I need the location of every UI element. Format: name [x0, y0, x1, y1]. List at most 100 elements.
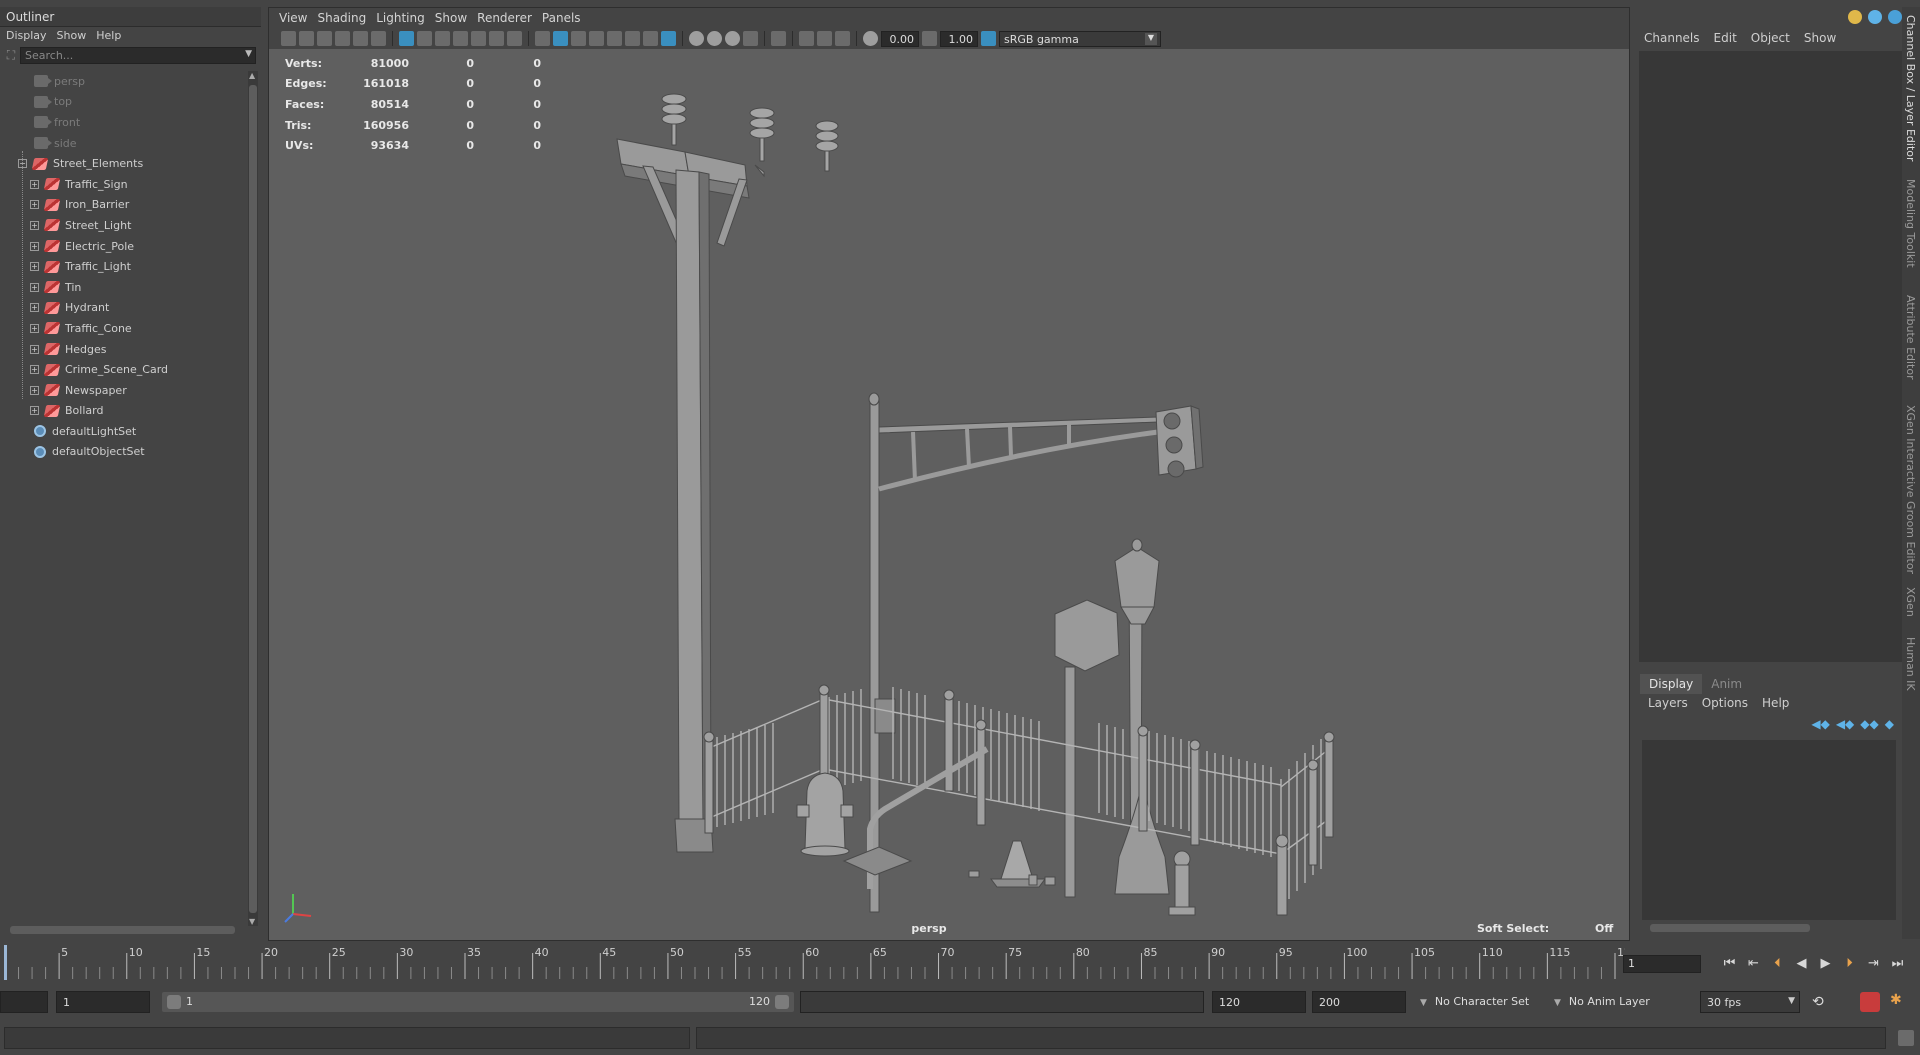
channel-box-menu-channels[interactable]: Channels — [1644, 31, 1714, 45]
field-chart-icon[interactable] — [471, 31, 486, 46]
new-layer-icon[interactable]: ◆ — [1885, 717, 1894, 731]
play-forward-icon[interactable]: ▶ — [1818, 956, 1833, 971]
side-tab-xgen[interactable]: XGen — [1904, 587, 1917, 617]
tree-item-default-light-set[interactable]: defaultLightSet — [0, 421, 248, 442]
channel-box-area[interactable] — [1639, 51, 1902, 662]
outliner-menu-show[interactable]: Show — [55, 27, 95, 45]
step-back-frame-icon[interactable]: ⏴ — [1770, 956, 1785, 971]
step-forward-key-icon[interactable]: ⇥ — [1866, 956, 1881, 971]
auto-key-icon[interactable] — [1860, 992, 1880, 1012]
step-forward-frame-icon[interactable]: ⏵ — [1842, 956, 1857, 971]
tree-item-street-light[interactable]: + Street_Light — [0, 215, 248, 236]
tree-item-traffic-sign[interactable]: + Traffic_Sign — [0, 174, 248, 195]
range-start-handle[interactable] — [167, 995, 181, 1009]
grid-icon[interactable] — [399, 31, 414, 46]
image-plane-icon[interactable] — [335, 31, 350, 46]
viewport-menu-panels[interactable]: Panels — [542, 8, 591, 28]
expand-toggle-icon[interactable]: + — [30, 385, 39, 395]
viewport-menu-shading[interactable]: Shading — [317, 8, 376, 28]
safe-action-icon[interactable] — [489, 31, 504, 46]
2d-pan-zoom-icon[interactable] — [371, 31, 386, 46]
exposure-icon[interactable] — [863, 31, 878, 46]
layer-menu-help[interactable]: Help — [1762, 696, 1803, 710]
range-empty-field[interactable] — [0, 991, 48, 1013]
scrollbar-thumb[interactable] — [10, 926, 235, 934]
tree-item-camera-front[interactable]: front — [0, 112, 248, 133]
viewport-menu-show[interactable]: Show — [435, 8, 477, 28]
side-tab-human-ik[interactable]: Human IK — [1904, 637, 1917, 691]
start-time-field[interactable]: 1 — [56, 991, 150, 1013]
new-layer-selected-icon[interactable]: ◆◆ — [1860, 717, 1878, 731]
safe-title-icon[interactable] — [507, 31, 522, 46]
motion-blur-icon[interactable] — [725, 31, 740, 46]
tree-item-street-elements[interactable]: − Street_Elements — [0, 153, 248, 174]
resolution-gate-icon[interactable] — [435, 31, 450, 46]
side-tab-modeling-toolkit[interactable]: Modeling Toolkit — [1904, 179, 1917, 268]
camera-attributes-icon[interactable] — [299, 31, 314, 46]
expand-toggle-icon[interactable]: + — [30, 179, 39, 189]
tree-item-hydrant[interactable]: + Hydrant — [0, 298, 248, 319]
gamma-icon[interactable] — [922, 31, 937, 46]
shadows-icon[interactable] — [643, 31, 658, 46]
tree-item-tin[interactable]: + Tin — [0, 277, 248, 298]
outliner-menu-help[interactable]: Help — [94, 27, 129, 45]
search-dropdown-icon[interactable]: ▼ — [245, 49, 252, 59]
max-time-field[interactable]: 200 — [1312, 991, 1406, 1013]
animation-preferences-icon[interactable]: ✱ — [1890, 992, 1902, 1008]
expand-toggle-icon[interactable]: + — [30, 323, 39, 333]
current-frame-field[interactable]: 1 — [1623, 955, 1701, 973]
side-tab-attribute-editor[interactable]: Attribute Editor — [1904, 295, 1917, 380]
scroll-down-icon[interactable]: ▼ — [249, 917, 255, 926]
expand-toggle-icon[interactable]: + — [30, 200, 39, 210]
layer-list-area[interactable] — [1642, 740, 1896, 920]
go-to-start-icon[interactable]: ⏮ — [1722, 956, 1737, 971]
outliner-menu-display[interactable]: Display — [4, 27, 55, 45]
step-back-key-icon[interactable]: ⇤ — [1746, 956, 1761, 971]
xray-icon[interactable] — [589, 31, 604, 46]
layer-horizontal-scrollbar[interactable] — [1642, 923, 1896, 933]
fit-view-icon[interactable] — [835, 31, 850, 46]
wireframe-icon[interactable] — [535, 31, 550, 46]
current-frame-marker[interactable] — [4, 945, 7, 980]
isolate-select-icon[interactable] — [689, 31, 704, 46]
gamma-field[interactable]: 1.00 — [940, 30, 978, 47]
expand-toggle-icon[interactable]: + — [30, 365, 39, 375]
viewport-menu-view[interactable]: View — [279, 8, 317, 28]
bookmark-icon[interactable] — [317, 31, 332, 46]
tree-item-newspaper[interactable]: + Newspaper — [0, 380, 248, 401]
expand-toggle-icon[interactable]: + — [30, 344, 39, 354]
range-slider-bar[interactable]: 1 120 — [162, 992, 794, 1012]
select-camera-icon[interactable] — [281, 31, 296, 46]
filter-icon[interactable]: ⛶ — [2, 47, 20, 63]
tree-item-traffic-light[interactable]: + Traffic_Light — [0, 256, 248, 277]
expand-toggle-icon[interactable]: + — [30, 220, 39, 230]
side-tab-xgen-groom[interactable]: XGen Interactive Groom Editor — [1904, 405, 1917, 574]
tree-item-bollard[interactable]: + Bollard — [0, 401, 248, 422]
tab-display[interactable]: Display — [1640, 674, 1703, 694]
tree-item-default-object-set[interactable]: defaultObjectSet — [0, 442, 248, 463]
refresh-icon[interactable] — [1868, 10, 1882, 24]
outliner-horizontal-scrollbar[interactable] — [0, 925, 248, 935]
exposure-field[interactable]: 0.00 — [881, 30, 919, 47]
viewport-menu-lighting[interactable]: Lighting — [376, 8, 435, 28]
end-time-field[interactable]: 120 — [1212, 991, 1306, 1013]
loop-icon[interactable]: ⟲ — [1812, 994, 1824, 1010]
tab-anim[interactable]: Anim — [1702, 674, 1751, 694]
expand-toggle-icon[interactable]: + — [30, 262, 39, 272]
tree-item-camera-top[interactable]: top — [0, 92, 248, 113]
side-tab-channel-box[interactable]: Channel Box / Layer Editor — [1904, 15, 1917, 162]
command-input[interactable] — [4, 1027, 690, 1049]
tree-item-camera-persp[interactable]: persp — [0, 71, 248, 92]
edit-icon[interactable] — [1888, 10, 1902, 24]
scrollbar-thumb[interactable] — [249, 85, 257, 913]
color-space-dropdown[interactable]: sRGB gamma ▼ — [999, 30, 1161, 47]
character-set-dropdown[interactable]: ▼ No Character Set — [1416, 991, 1533, 1013]
xray-joints-icon[interactable] — [707, 31, 722, 46]
layer-menu-options[interactable]: Options — [1702, 696, 1762, 710]
move-layer-down-icon[interactable]: ◀◆ — [1836, 717, 1854, 731]
depth-of-field-icon[interactable] — [771, 31, 786, 46]
tree-item-camera-side[interactable]: side — [0, 133, 248, 154]
anti-alias-icon[interactable] — [743, 31, 758, 46]
expand-toggle-icon[interactable]: + — [30, 303, 39, 313]
textured-icon[interactable] — [607, 31, 622, 46]
